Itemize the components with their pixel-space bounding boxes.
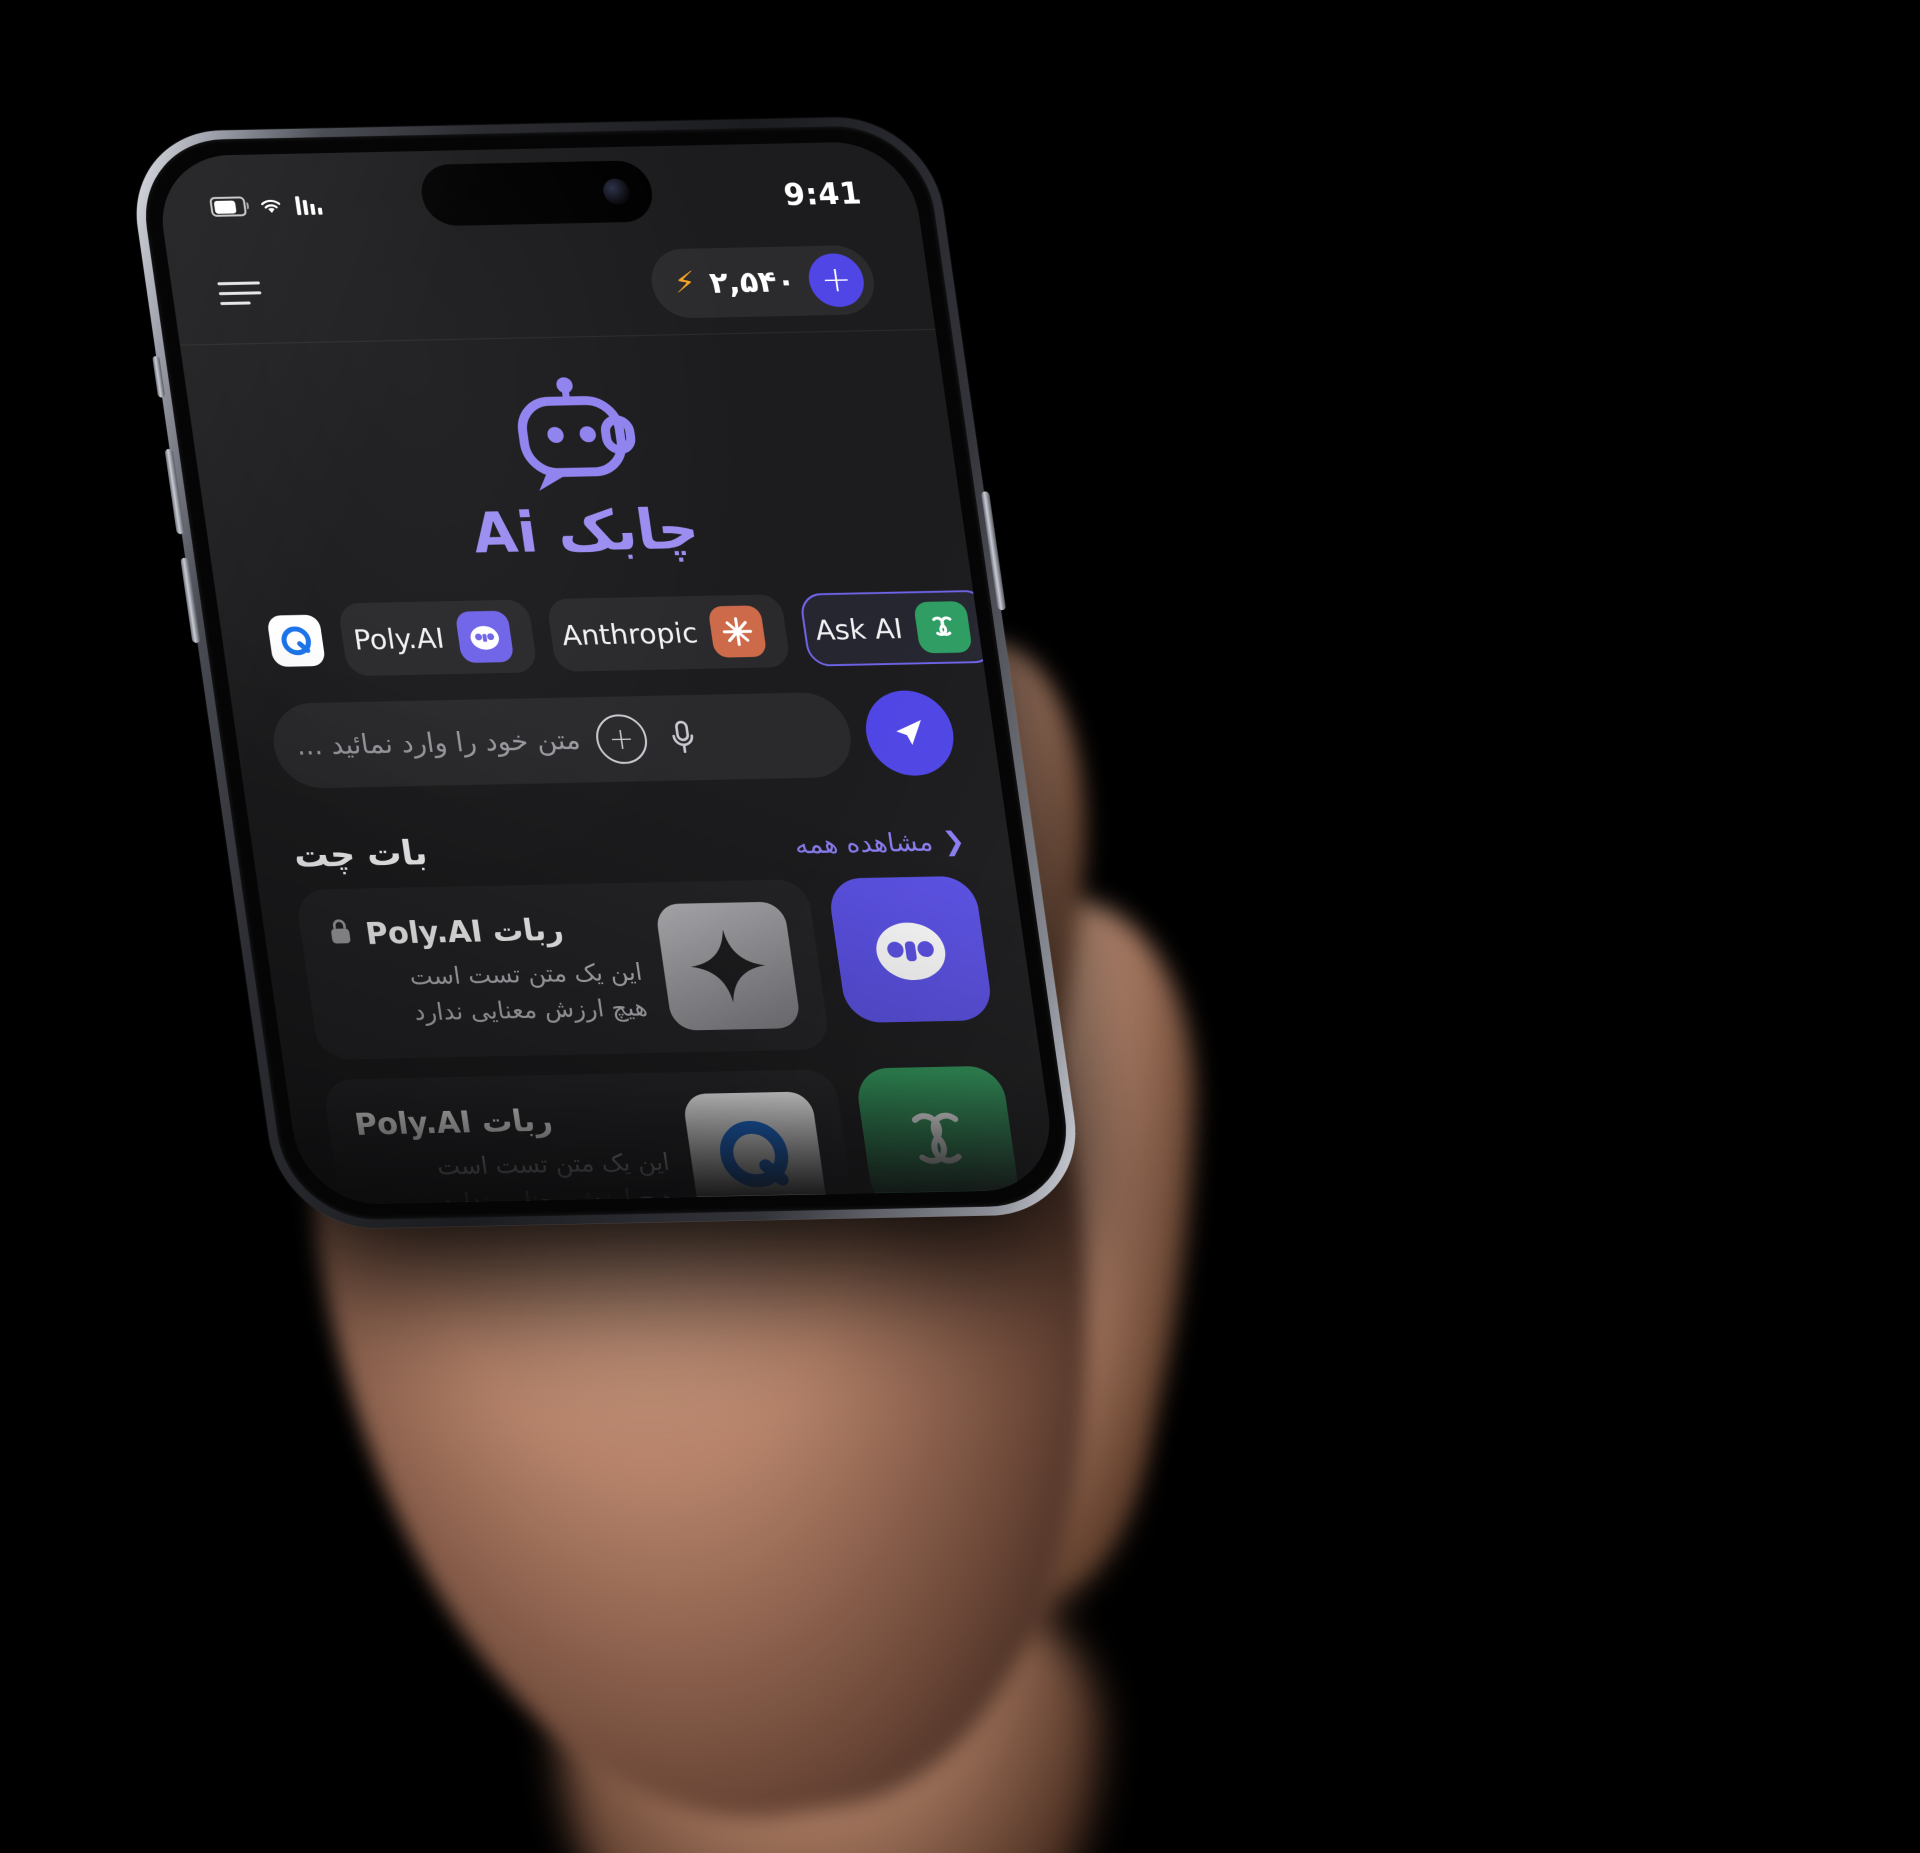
section-title: بات چت xyxy=(291,833,430,876)
robot-face-icon xyxy=(497,376,647,497)
hamburger-menu-icon[interactable] xyxy=(214,273,266,313)
qwen-circle-icon xyxy=(720,1120,789,1188)
model-chip-ask-ai[interactable]: Ask AI xyxy=(798,589,984,667)
anthropic-burst-icon xyxy=(707,605,768,658)
chat-bot-row-2: ربات Poly.AI این یک متن تست است هیچ ارزش… xyxy=(286,1065,1059,1206)
app-hero: چابک Ai xyxy=(180,330,973,606)
model-chip-anthropic[interactable]: Anthropic xyxy=(545,593,792,673)
card-thumbnail xyxy=(681,1091,830,1206)
battery-icon xyxy=(209,196,248,217)
model-chip-partial[interactable] xyxy=(254,604,330,679)
app-top-bar: + ۲,۵۴۰ ⚡ xyxy=(166,233,936,346)
add-credits-button[interactable]: + xyxy=(805,252,868,308)
screenshot-stage: 9:41 + ۲,۵۴۰ ⚡ چابک Ai Ask AI Anthropic … xyxy=(0,0,1920,1853)
silent-switch[interactable] xyxy=(152,355,166,398)
model-chip-label: Anthropic xyxy=(559,616,700,652)
status-bar: 9:41 xyxy=(153,141,922,250)
card-description: این یک متن تست است هیچ ارزش معنایی ندارد xyxy=(434,1147,677,1206)
chat-bot-row-1: ربات Poly.AI این یک متن تست است هیچ ارزش… xyxy=(258,875,1038,1061)
send-button[interactable] xyxy=(860,689,960,777)
message-input-placeholder: متن خود را وارد نمائید ... xyxy=(294,724,583,762)
phone-screen: 9:41 + ۲,۵۴۰ ⚡ چابک Ai Ask AI Anthropic … xyxy=(152,140,1060,1206)
microphone-icon[interactable] xyxy=(659,715,706,761)
cellular-bars-icon xyxy=(294,195,323,216)
bot-tile-poly-ai[interactable] xyxy=(826,875,995,1024)
credits-chip[interactable]: + ۲,۵۴۰ ⚡ xyxy=(647,244,879,319)
app-root: 9:41 + ۲,۵۴۰ ⚡ چابک Ai Ask AI Anthropic … xyxy=(152,140,1060,1206)
model-chip-label: Ask AI xyxy=(812,611,905,647)
ask-ai-knot-icon xyxy=(911,1112,962,1164)
message-composer: + متن خود را وارد نمائید ... xyxy=(228,663,1003,811)
message-input[interactable]: + متن خود را وارد نمائید ... xyxy=(267,691,857,789)
ask-ai-knot-icon xyxy=(912,600,973,654)
see-all-chat-bot[interactable]: ❮ مشاهده همه xyxy=(793,827,967,860)
plus-circle-icon[interactable]: + xyxy=(592,713,651,765)
dynamic-island xyxy=(417,160,657,227)
model-chip-label: Poly.AI xyxy=(351,621,447,656)
front-camera-icon xyxy=(601,178,632,205)
chevron-left-icon: ❮ xyxy=(940,827,967,858)
qwen-circle-icon xyxy=(266,614,327,668)
card-title: ربات Poly.AI xyxy=(363,912,566,952)
lock-icon xyxy=(325,916,356,952)
phone-mockup: 9:41 + ۲,۵۴۰ ⚡ چابک Ai Ask AI Anthropic … xyxy=(123,115,1089,1231)
bot-card-poly-ai-locked[interactable]: ربات Poly.AI این یک متن تست است هیچ ارزش… xyxy=(294,879,831,1060)
card-description: این یک متن تست است هیچ ارزش معنایی ندارد xyxy=(407,958,650,1027)
bot-tile-ask-ai[interactable] xyxy=(853,1065,1022,1206)
wifi-icon xyxy=(261,199,281,213)
lightning-bolt-icon: ⚡ xyxy=(671,265,699,301)
model-chip-poly-ai[interactable]: Poly.AI xyxy=(337,599,538,677)
poly-ai-robot-icon xyxy=(876,922,946,981)
credits-value: ۲,۵۴۰ xyxy=(707,263,798,301)
status-clock: 9:41 xyxy=(781,176,864,213)
brand-name: چابک Ai xyxy=(468,497,704,567)
card-title: ربات Poly.AI xyxy=(352,1103,555,1143)
see-all-label: مشاهده همه xyxy=(792,827,935,861)
poly-ai-robot-icon xyxy=(454,610,515,664)
sparkle-star-icon xyxy=(690,929,766,1003)
bot-card-poly-ai-2[interactable]: ربات Poly.AI این یک متن تست است هیچ ارزش… xyxy=(322,1069,859,1206)
card-thumbnail xyxy=(654,901,802,1031)
send-paper-plane-icon xyxy=(896,719,921,745)
